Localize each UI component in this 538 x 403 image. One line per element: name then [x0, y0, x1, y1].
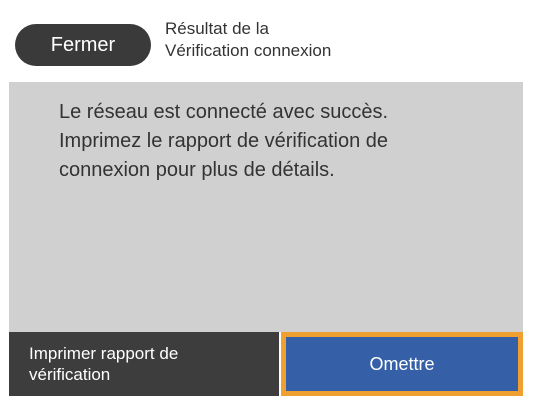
- printer-lcd-screen: Fermer Résultat de la Vérification conne…: [9, 10, 523, 396]
- page-title: Résultat de la Vérification connexion: [165, 18, 515, 62]
- message-line-3: connexion pour plus de détails.: [59, 159, 335, 181]
- title-line-1: Résultat de la: [165, 19, 269, 38]
- print-report-label: Imprimer rapport de vérification: [29, 343, 269, 385]
- skip-button-label: Omettre: [286, 337, 518, 391]
- print-report-button[interactable]: Imprimer rapport de vérification: [9, 332, 279, 396]
- message-line-2: Imprimez le rapport de vérification de: [59, 130, 389, 152]
- close-button[interactable]: Fermer: [15, 24, 151, 66]
- result-message: Le réseau est connecté avec succès. Impr…: [59, 98, 509, 185]
- title-line-2: Vérification connexion: [165, 41, 332, 60]
- print-label-line-2: vérification: [29, 365, 111, 384]
- footer-buttons: Imprimer rapport de vérification Omettre: [9, 332, 523, 396]
- print-label-line-1: Imprimer rapport de: [29, 344, 179, 363]
- skip-button[interactable]: Omettre: [281, 332, 523, 396]
- header-bar: Fermer Résultat de la Vérification conne…: [9, 10, 523, 80]
- message-line-1: Le réseau est connecté avec succès.: [59, 101, 389, 123]
